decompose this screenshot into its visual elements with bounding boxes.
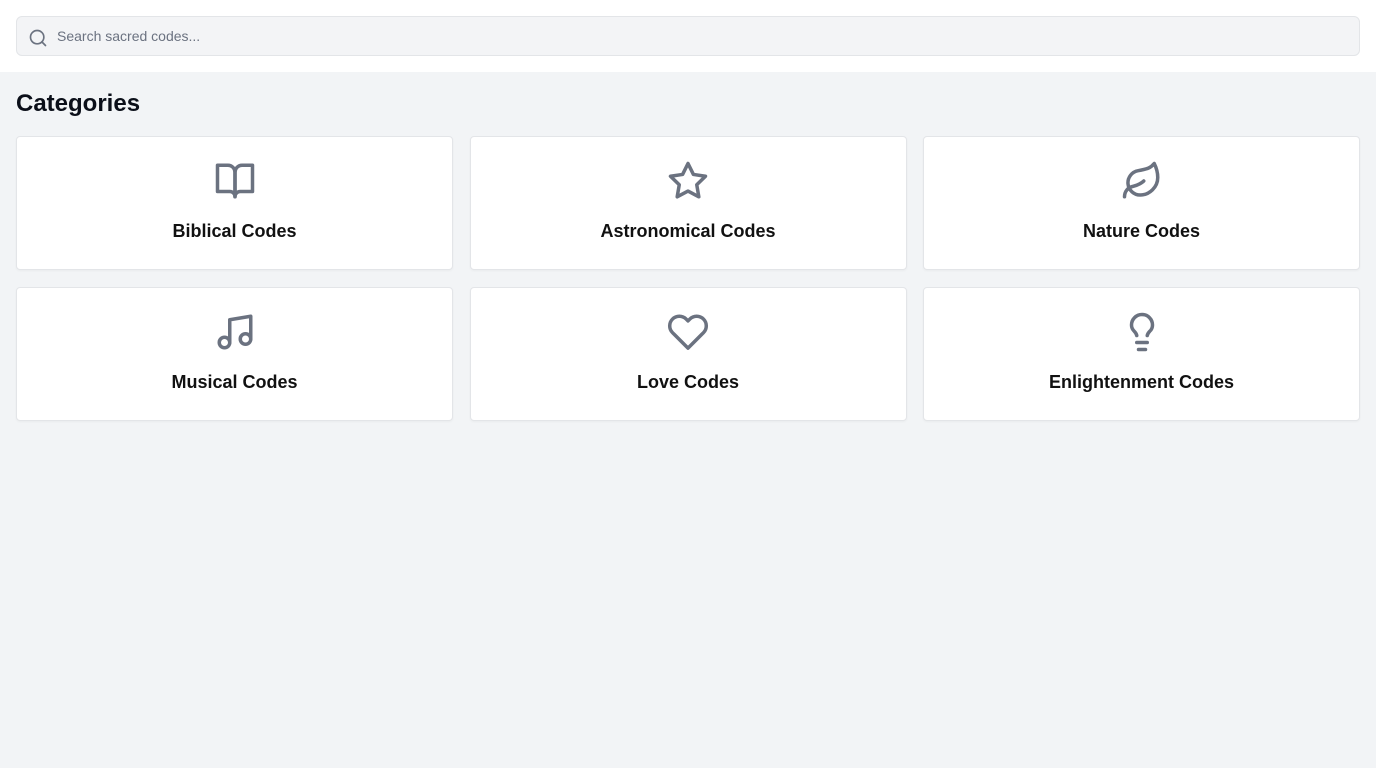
category-card-astronomical[interactable]: Astronomical Codes (469, 136, 907, 270)
category-label: Biblical Codes (172, 221, 297, 241)
search-input[interactable] (57, 17, 1347, 55)
category-card-biblical[interactable]: Biblical Codes (16, 136, 453, 270)
category-label: Love Codes (636, 372, 740, 392)
category-card-musical[interactable]: Musical Codes (16, 287, 453, 421)
category-label: Astronomical Codes (600, 221, 776, 241)
category-label: Musical Codes (171, 372, 298, 392)
category-label: Enlightenment Codes (1048, 372, 1234, 392)
page-title: Categories (16, 90, 141, 117)
top-bar (0, 0, 1376, 72)
category-card-love[interactable]: Love Codes (469, 287, 907, 421)
category-label: Nature Codes (1082, 221, 1201, 241)
heart-icon (667, 314, 709, 350)
category-card-nature[interactable]: Nature Codes (923, 136, 1360, 270)
book-open-icon (215, 163, 254, 199)
category-card-enlightenment[interactable]: Enlightenment Codes (923, 287, 1360, 421)
category-grid: Biblical Codes Astronomical Codes Nature… (16, 136, 1360, 421)
leaf-icon (1122, 161, 1159, 199)
search-box[interactable] (16, 16, 1360, 56)
music-note-icon (217, 314, 252, 350)
search-icon (29, 29, 47, 47)
star-icon (668, 161, 708, 199)
lightbulb-icon (1129, 312, 1154, 352)
